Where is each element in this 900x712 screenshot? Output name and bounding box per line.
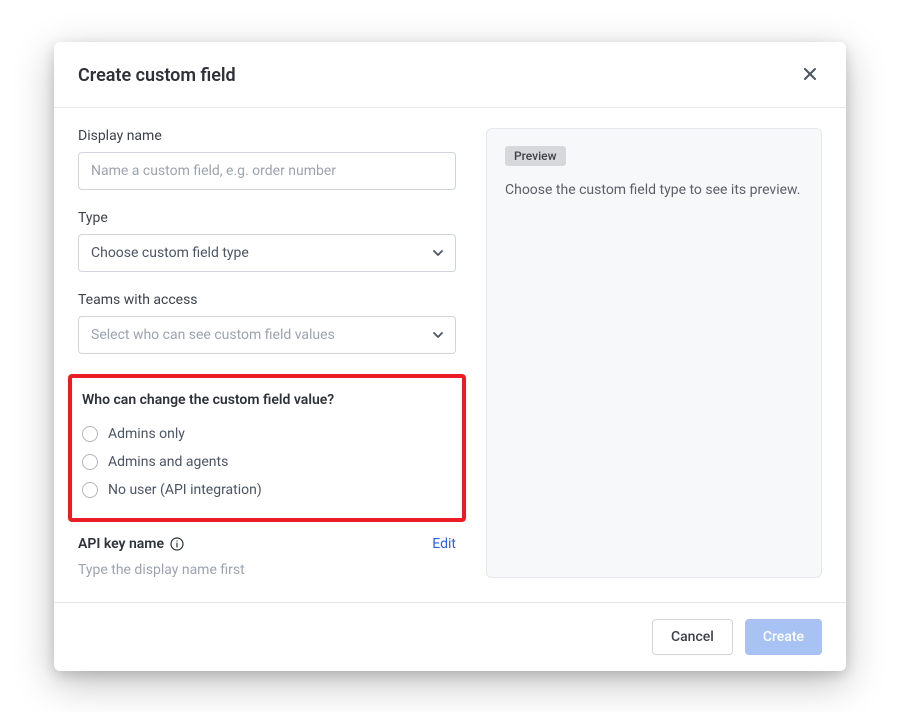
modal-footer: Cancel Create (54, 602, 846, 671)
display-name-label: Display name (78, 128, 456, 144)
teams-group: Teams with access Select who can see cus… (78, 292, 456, 354)
api-key-hint: Type the display name first (78, 562, 456, 578)
modal-header: Create custom field (54, 42, 846, 108)
api-key-label: API key name (78, 536, 184, 552)
radio-label: Admins only (108, 426, 185, 442)
radio-icon (82, 426, 98, 442)
api-key-group: API key name Edit Type the display name … (78, 536, 456, 578)
create-button[interactable]: Create (745, 619, 822, 655)
permissions-question: Who can change the custom field value? (78, 392, 452, 408)
modal-body: Display name Type Choose custom field ty… (54, 108, 846, 602)
type-label: Type (78, 210, 456, 226)
display-name-group: Display name (78, 128, 456, 190)
teams-label: Teams with access (78, 292, 456, 308)
radio-icon (82, 482, 98, 498)
display-name-input[interactable] (78, 152, 456, 190)
preview-panel: Preview Choose the custom field type to … (486, 128, 822, 578)
type-select[interactable]: Choose custom field type (78, 234, 456, 272)
radio-admins-only[interactable]: Admins only (78, 420, 452, 448)
close-icon (802, 66, 818, 85)
permissions-highlight-box: Who can change the custom field value? A… (68, 374, 466, 522)
create-custom-field-modal: Create custom field Display name Type Ch… (54, 42, 846, 671)
modal-title: Create custom field (78, 65, 236, 86)
cancel-button[interactable]: Cancel (652, 619, 733, 655)
teams-select[interactable]: Select who can see custom field values (78, 316, 456, 354)
radio-no-user-api[interactable]: No user (API integration) (78, 476, 452, 504)
radio-icon (82, 454, 98, 470)
type-group: Type Choose custom field type (78, 210, 456, 272)
radio-label: No user (API integration) (108, 482, 262, 498)
form-column: Display name Type Choose custom field ty… (78, 128, 456, 578)
close-button[interactable] (798, 62, 822, 89)
type-select-value: Choose custom field type (91, 245, 249, 261)
preview-badge: Preview (505, 146, 566, 166)
preview-text: Choose the custom field type to see its … (505, 180, 803, 201)
radio-admins-and-agents[interactable]: Admins and agents (78, 448, 452, 476)
teams-select-placeholder: Select who can see custom field values (91, 327, 335, 343)
radio-label: Admins and agents (108, 454, 228, 470)
info-icon (170, 537, 184, 551)
api-key-edit-link[interactable]: Edit (432, 536, 456, 552)
